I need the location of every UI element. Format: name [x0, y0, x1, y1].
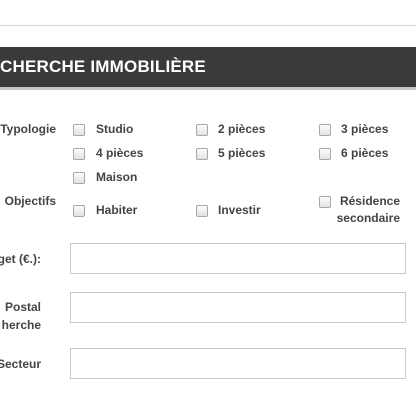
- option-habiter-label: Habiter: [96, 203, 138, 217]
- top-bar: [0, 0, 416, 27]
- code-postal-label-line2: herche: [1, 318, 41, 332]
- checkbox-3-pieces[interactable]: [319, 124, 331, 136]
- code-postal-input[interactable]: [70, 292, 406, 323]
- option-4-pieces-label: 4 pièces: [96, 146, 144, 160]
- budget-input[interactable]: [70, 243, 406, 274]
- top-bar-divider: [0, 25, 416, 26]
- option-studio-label: Studio: [96, 122, 134, 136]
- option-residence-line1: Résidence: [339, 194, 400, 208]
- checkbox-5-pieces[interactable]: [196, 148, 208, 160]
- header-underline: [0, 87, 416, 90]
- checkbox-residence-secondaire[interactable]: [319, 196, 331, 208]
- section-title: CHERCHE IMMOBILIÈRE: [0, 57, 206, 76]
- option-6-pieces-label: 6 pièces: [341, 146, 389, 160]
- checkbox-investir[interactable]: [196, 205, 208, 217]
- budget-label: get (€.):: [0, 252, 41, 266]
- checkbox-studio[interactable]: [73, 124, 85, 136]
- option-maison-label: Maison: [96, 170, 138, 184]
- checkbox-2-pieces[interactable]: [196, 124, 208, 136]
- secteur-label: Secteur: [0, 357, 41, 371]
- checkbox-habiter[interactable]: [73, 205, 85, 217]
- objectifs-label: Objectifs: [4, 194, 56, 208]
- section-header: CHERCHE IMMOBILIÈRE: [0, 47, 416, 87]
- option-5-pieces-label: 5 pièces: [218, 146, 266, 160]
- option-investir-label: Investir: [218, 203, 261, 217]
- checkbox-6-pieces[interactable]: [319, 148, 331, 160]
- code-postal-label-line1: Postal: [4, 300, 41, 314]
- checkbox-maison[interactable]: [73, 172, 85, 184]
- option-2-pieces-label: 2 pièces: [218, 122, 266, 136]
- option-3-pieces-label: 3 pièces: [341, 122, 389, 136]
- option-residence-line2: secondaire: [336, 211, 400, 225]
- checkbox-4-pieces[interactable]: [73, 148, 85, 160]
- secteur-input[interactable]: [70, 348, 406, 379]
- typologie-label: Typologie: [0, 122, 56, 136]
